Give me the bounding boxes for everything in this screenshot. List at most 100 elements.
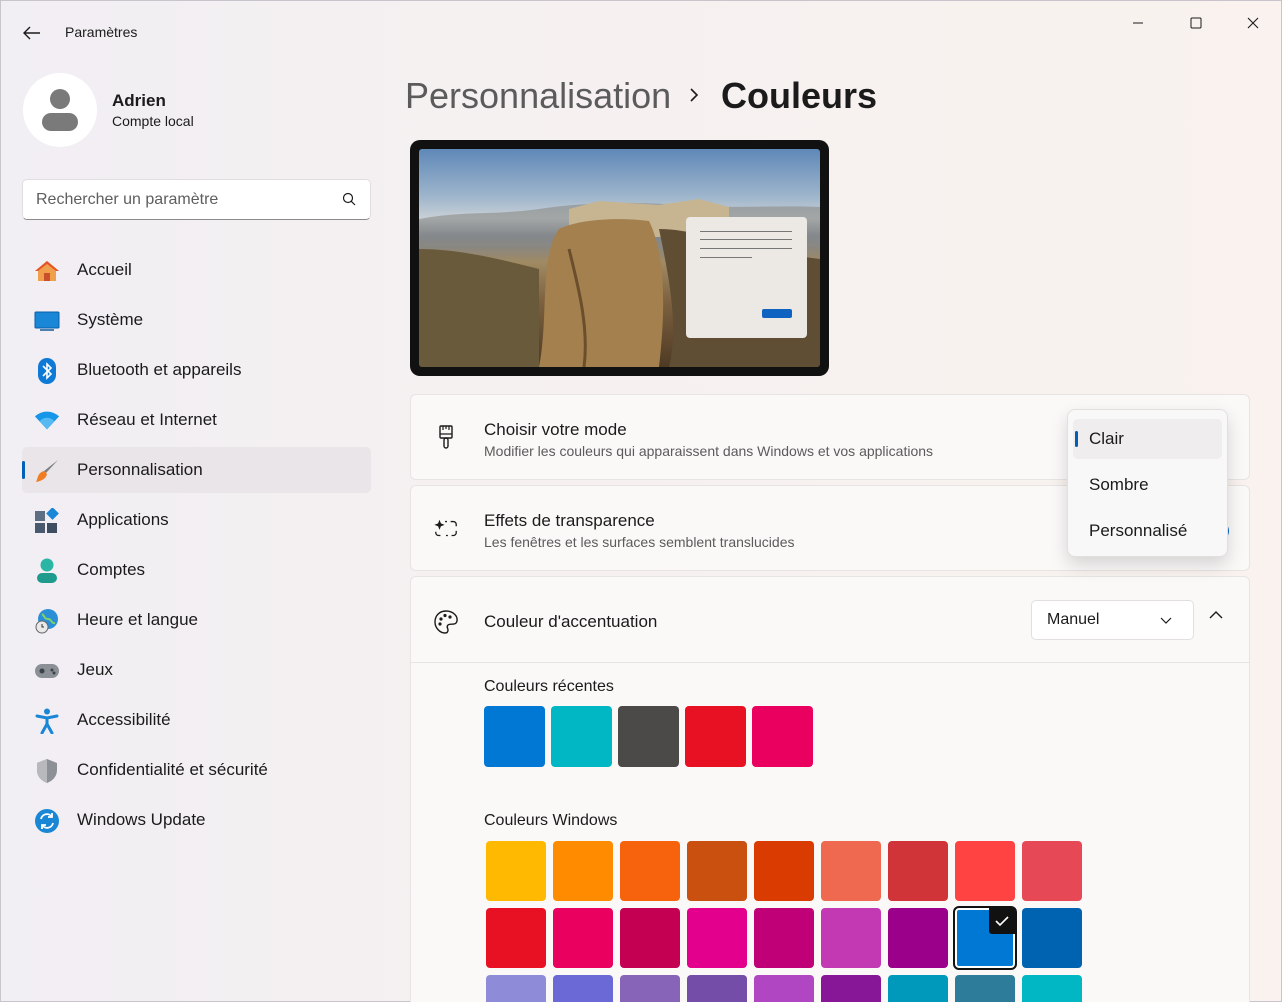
- sidebar-item-applications[interactable]: Applications: [22, 497, 371, 543]
- account-type: Compte local: [112, 113, 194, 129]
- preview-line: [700, 248, 792, 249]
- chevron-up-icon[interactable]: [1208, 609, 1224, 621]
- close-button[interactable]: [1230, 9, 1276, 37]
- preview-line: [700, 257, 752, 258]
- mode-option-clair[interactable]: Clair: [1073, 419, 1222, 459]
- windows-color-swatch-selected[interactable]: [953, 906, 1017, 970]
- maximize-icon: [1190, 17, 1202, 29]
- windows-color-swatch[interactable]: [754, 841, 814, 901]
- sidebar-item-label: Accessibilité: [77, 710, 171, 729]
- sidebar-item-personnalisation[interactable]: Personnalisation: [22, 447, 371, 493]
- recent-color-swatch[interactable]: [484, 706, 545, 767]
- windows-color-swatch[interactable]: [1022, 975, 1082, 1002]
- windows-color-swatch[interactable]: [687, 975, 747, 1002]
- settings-window: Paramètres Adrien Compte local Recherche…: [0, 0, 1282, 1002]
- sidebar-nav: Accueil Système Bluetooth et appareils R…: [22, 247, 371, 847]
- windows-color-swatch[interactable]: [553, 975, 613, 1002]
- option-label: Clair: [1089, 429, 1124, 448]
- divider: [411, 662, 1249, 663]
- monitor-icon: [34, 308, 60, 334]
- sparkle-selection-icon: [433, 516, 459, 542]
- windows-color-swatch[interactable]: [486, 908, 546, 968]
- windows-color-swatch[interactable]: [620, 841, 680, 901]
- mode-option-personnalise[interactable]: Personnalisé: [1073, 511, 1222, 551]
- windows-color-swatch[interactable]: [1022, 841, 1082, 901]
- wifi-icon: [34, 408, 60, 434]
- windows-color-swatch[interactable]: [888, 908, 948, 968]
- sidebar-item-systeme[interactable]: Système: [22, 297, 371, 343]
- globe-clock-icon: [34, 608, 60, 634]
- windows-color-swatch[interactable]: [888, 975, 948, 1002]
- arrow-left-icon: [23, 26, 40, 40]
- windows-color-swatch[interactable]: [1022, 908, 1082, 968]
- sidebar-item-accueil[interactable]: Accueil: [22, 247, 371, 293]
- sidebar-item-comptes[interactable]: Comptes: [22, 547, 371, 593]
- windows-color-swatch[interactable]: [888, 841, 948, 901]
- sidebar-item-jeux[interactable]: Jeux: [22, 647, 371, 693]
- sidebar-item-heure-langue[interactable]: Heure et langue: [22, 597, 371, 643]
- search-box[interactable]: [22, 179, 371, 220]
- recent-color-swatch[interactable]: [685, 706, 746, 767]
- windows-color-swatch[interactable]: [821, 975, 881, 1002]
- windows-color-swatch[interactable]: [821, 841, 881, 901]
- windows-color-swatch[interactable]: [955, 841, 1015, 901]
- sidebar-item-label: Bluetooth et appareils: [77, 360, 242, 379]
- shield-icon: [34, 758, 60, 784]
- theme-preview: [410, 140, 829, 376]
- avatar[interactable]: [23, 73, 97, 147]
- recent-color-swatch[interactable]: [551, 706, 612, 767]
- windows-color-swatch[interactable]: [620, 908, 680, 968]
- sidebar-item-windows-update[interactable]: Windows Update: [22, 797, 371, 843]
- paintbrush-icon: [34, 458, 60, 484]
- windows-color-swatch[interactable]: [486, 841, 546, 901]
- sidebar-item-reseau[interactable]: Réseau et Internet: [22, 397, 371, 443]
- recent-color-swatch[interactable]: [752, 706, 813, 767]
- windows-color-swatch[interactable]: [754, 908, 814, 968]
- bluetooth-icon: [34, 358, 60, 384]
- accessibility-icon: [34, 708, 60, 734]
- accent-color-card: Couleur d'accentuation Manuel Couleurs r…: [410, 576, 1250, 1002]
- option-label: Personnalisé: [1089, 521, 1188, 540]
- minimize-button[interactable]: [1115, 9, 1161, 37]
- close-icon: [1247, 17, 1259, 29]
- windows-color-swatch[interactable]: [620, 975, 680, 1002]
- windows-color-swatch[interactable]: [687, 908, 747, 968]
- card-title: Choisir votre mode: [484, 420, 627, 439]
- card-title: Effets de transparence: [484, 511, 655, 530]
- preview-accent-button: [762, 309, 792, 318]
- option-label: Sombre: [1089, 475, 1149, 494]
- card-subtitle: Modifier les couleurs qui apparaissent d…: [484, 443, 934, 459]
- app-title: Paramètres: [65, 24, 138, 40]
- card-title: Couleur d'accentuation: [484, 612, 658, 631]
- windows-color-swatch[interactable]: [821, 908, 881, 968]
- recent-color-swatch[interactable]: [618, 706, 679, 767]
- gamepad-icon: [34, 658, 60, 684]
- home-icon: [34, 258, 60, 284]
- windows-color-swatch[interactable]: [754, 975, 814, 1002]
- sidebar-item-accessibilite[interactable]: Accessibilité: [22, 697, 371, 743]
- sidebar-item-confidentialite[interactable]: Confidentialité et sécurité: [22, 747, 371, 793]
- windows-color-swatch[interactable]: [486, 975, 546, 1002]
- windows-color-swatch[interactable]: [955, 975, 1015, 1002]
- breadcrumb-parent[interactable]: Personnalisation: [405, 75, 671, 117]
- minimize-icon: [1133, 22, 1143, 24]
- search-icon[interactable]: [342, 192, 356, 206]
- sidebar-item-label: Jeux: [77, 660, 113, 679]
- sidebar-item-label: Système: [77, 310, 144, 329]
- account-icon: [34, 558, 60, 584]
- sidebar-item-bluetooth[interactable]: Bluetooth et appareils: [22, 347, 371, 393]
- palette-icon: [433, 609, 459, 635]
- windows-color-swatch[interactable]: [687, 841, 747, 901]
- sidebar-item-label: Accueil: [77, 260, 132, 279]
- mode-option-sombre[interactable]: Sombre: [1073, 465, 1222, 505]
- dropdown-value: Manuel: [1047, 611, 1100, 628]
- chevron-down-icon: [1160, 617, 1172, 624]
- back-button[interactable]: [15, 19, 49, 47]
- accent-mode-dropdown[interactable]: Manuel: [1031, 600, 1194, 640]
- mode-dropdown-flyout: Clair Sombre Personnalisé: [1067, 409, 1228, 557]
- update-icon: [34, 808, 60, 834]
- windows-color-swatch[interactable]: [553, 841, 613, 901]
- maximize-button[interactable]: [1173, 9, 1219, 37]
- windows-color-swatch[interactable]: [553, 908, 613, 968]
- search-input[interactable]: [36, 189, 326, 211]
